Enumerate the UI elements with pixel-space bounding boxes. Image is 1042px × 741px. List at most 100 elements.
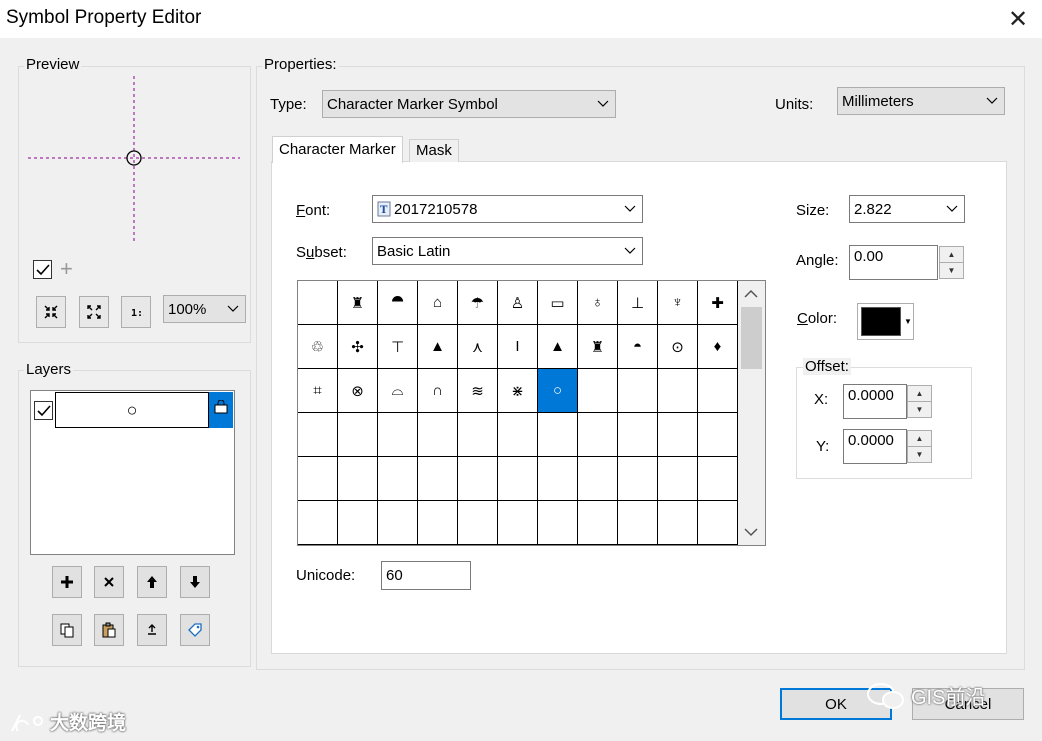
- glyph-cell[interactable]: [378, 457, 418, 501]
- glyph-cell[interactable]: [698, 369, 738, 413]
- glyph-cell[interactable]: ♜: [338, 281, 378, 325]
- glyph-cell[interactable]: [618, 369, 658, 413]
- copy-layer-button[interactable]: [52, 614, 82, 646]
- spin-up-icon[interactable]: ▲: [908, 386, 931, 401]
- reset-layer-button[interactable]: [137, 614, 167, 646]
- spin-up-icon[interactable]: ▲: [940, 247, 963, 262]
- offset-x-input[interactable]: 0.0000: [843, 384, 907, 419]
- grid-scrollbar[interactable]: [738, 281, 765, 545]
- glyph-cell[interactable]: ♆: [658, 281, 698, 325]
- glyph-cell[interactable]: [538, 501, 578, 545]
- glyph-cell[interactable]: [418, 501, 458, 545]
- glyph-cell[interactable]: [498, 501, 538, 545]
- glyph-cell[interactable]: ⯊: [378, 281, 418, 325]
- glyph-cell[interactable]: ✚: [698, 281, 738, 325]
- glyph-cell[interactable]: [338, 413, 378, 457]
- size-select[interactable]: 2.822: [849, 195, 965, 223]
- glyph-cell[interactable]: ◓: [618, 325, 658, 369]
- layer-lock-button[interactable]: [209, 392, 233, 428]
- spin-down-icon[interactable]: ▼: [940, 262, 963, 278]
- glyph-cell[interactable]: [338, 457, 378, 501]
- glyph-cell[interactable]: ✣: [338, 325, 378, 369]
- glyph-cell[interactable]: ⊤: [378, 325, 418, 369]
- glyph-cell[interactable]: [658, 501, 698, 545]
- scrollbar-thumb[interactable]: [741, 307, 762, 369]
- glyph-cell[interactable]: [698, 413, 738, 457]
- glyph-cell[interactable]: [538, 457, 578, 501]
- move-layer-up-button[interactable]: [137, 566, 167, 598]
- glyph-cell[interactable]: [698, 457, 738, 501]
- glyph-cell[interactable]: ▭: [538, 281, 578, 325]
- glyph-cell[interactable]: [458, 457, 498, 501]
- glyph-cell[interactable]: [578, 457, 618, 501]
- glyph-cell[interactable]: [618, 457, 658, 501]
- glyph-cell[interactable]: ⌓: [378, 369, 418, 413]
- glyph-cell[interactable]: [458, 413, 498, 457]
- scroll-up-icon[interactable]: [744, 289, 758, 298]
- glyph-cell[interactable]: ♁: [578, 281, 618, 325]
- glyph-cell[interactable]: ☂: [458, 281, 498, 325]
- glyph-cell[interactable]: ▲: [418, 325, 458, 369]
- layer-item[interactable]: ○: [55, 392, 209, 428]
- glyph-cell[interactable]: [498, 413, 538, 457]
- tab-mask[interactable]: Mask: [409, 139, 459, 162]
- glyph-cell[interactable]: ♦: [698, 325, 738, 369]
- glyph-cell[interactable]: [498, 457, 538, 501]
- glyph-cell[interactable]: [698, 501, 738, 545]
- glyph-cell[interactable]: [578, 413, 618, 457]
- offset-y-input[interactable]: 0.0000: [843, 429, 907, 464]
- scroll-down-icon[interactable]: [744, 528, 758, 537]
- glyph-cell[interactable]: [298, 413, 338, 457]
- glyph-cell[interactable]: ♙: [498, 281, 538, 325]
- glyph-cell[interactable]: ⌂: [418, 281, 458, 325]
- paste-layer-button[interactable]: [94, 614, 124, 646]
- font-select[interactable]: T 2017210578: [372, 195, 643, 223]
- zoom-select[interactable]: 100%: [163, 295, 246, 323]
- angle-spinner[interactable]: ▲ ▼: [939, 246, 964, 279]
- glyph-cell[interactable]: [658, 369, 698, 413]
- tab-character-marker[interactable]: Character Marker: [272, 136, 403, 163]
- glyph-cell[interactable]: ○: [538, 369, 578, 413]
- zoom-in-button[interactable]: [36, 296, 66, 328]
- glyph-cell[interactable]: ∩: [418, 369, 458, 413]
- glyph-cell[interactable]: [578, 501, 618, 545]
- glyph-cell[interactable]: [298, 457, 338, 501]
- glyph-cell[interactable]: ♲: [298, 325, 338, 369]
- spin-down-icon[interactable]: ▼: [908, 401, 931, 417]
- glyph-cell[interactable]: [458, 501, 498, 545]
- glyph-cell[interactable]: [658, 457, 698, 501]
- offset-y-spinner[interactable]: ▲ ▼: [907, 430, 932, 463]
- preview-show-checkbox[interactable]: [33, 260, 52, 279]
- glyph-cell[interactable]: ⊥: [618, 281, 658, 325]
- subset-select[interactable]: Basic Latin: [372, 237, 643, 265]
- spin-up-icon[interactable]: ▲: [908, 431, 931, 446]
- glyph-cell[interactable]: [418, 457, 458, 501]
- glyph-cell[interactable]: ⌗: [298, 369, 338, 413]
- preview-canvas[interactable]: [28, 76, 240, 244]
- glyph-cell[interactable]: [298, 501, 338, 545]
- type-select[interactable]: Character Marker Symbol: [322, 90, 616, 118]
- glyph-cell[interactable]: [418, 413, 458, 457]
- glyph-cell[interactable]: ⋏: [458, 325, 498, 369]
- angle-input[interactable]: 0.00: [849, 245, 938, 280]
- character-grid[interactable]: ♜ ⯊ ⌂ ☂ ♙ ▭ ♁ ⊥ ♆ ✚ ♲ ✣ ⊤ ▲ ⋏ Ι ▲ ♜ ◓ ⊙ ♦ ⌗ ⊗ ⌓ ∩ ≋ ⋇ ○: [297, 280, 766, 546]
- glyph-cell[interactable]: ⊗: [338, 369, 378, 413]
- color-picker[interactable]: ▼: [857, 303, 914, 340]
- actual-size-button[interactable]: 1:1: [121, 296, 151, 328]
- glyph-cell[interactable]: Ι: [498, 325, 538, 369]
- glyph-cell[interactable]: [338, 501, 378, 545]
- glyph-cell[interactable]: ♜: [578, 325, 618, 369]
- layer-visible-checkbox[interactable]: [34, 401, 53, 420]
- close-button[interactable]: ✕: [1000, 2, 1036, 36]
- glyph-cell[interactable]: [578, 369, 618, 413]
- spin-down-icon[interactable]: ▼: [908, 446, 931, 462]
- glyph-cell[interactable]: [378, 413, 418, 457]
- glyph-cell[interactable]: [618, 501, 658, 545]
- add-layer-button[interactable]: [52, 566, 82, 598]
- glyph-cell[interactable]: ⊙: [658, 325, 698, 369]
- glyph-cell[interactable]: [378, 501, 418, 545]
- glyph-cell[interactable]: ⋇: [498, 369, 538, 413]
- zoom-extent-button[interactable]: [79, 296, 109, 328]
- glyph-cell[interactable]: [618, 413, 658, 457]
- glyph-cell[interactable]: ▲: [538, 325, 578, 369]
